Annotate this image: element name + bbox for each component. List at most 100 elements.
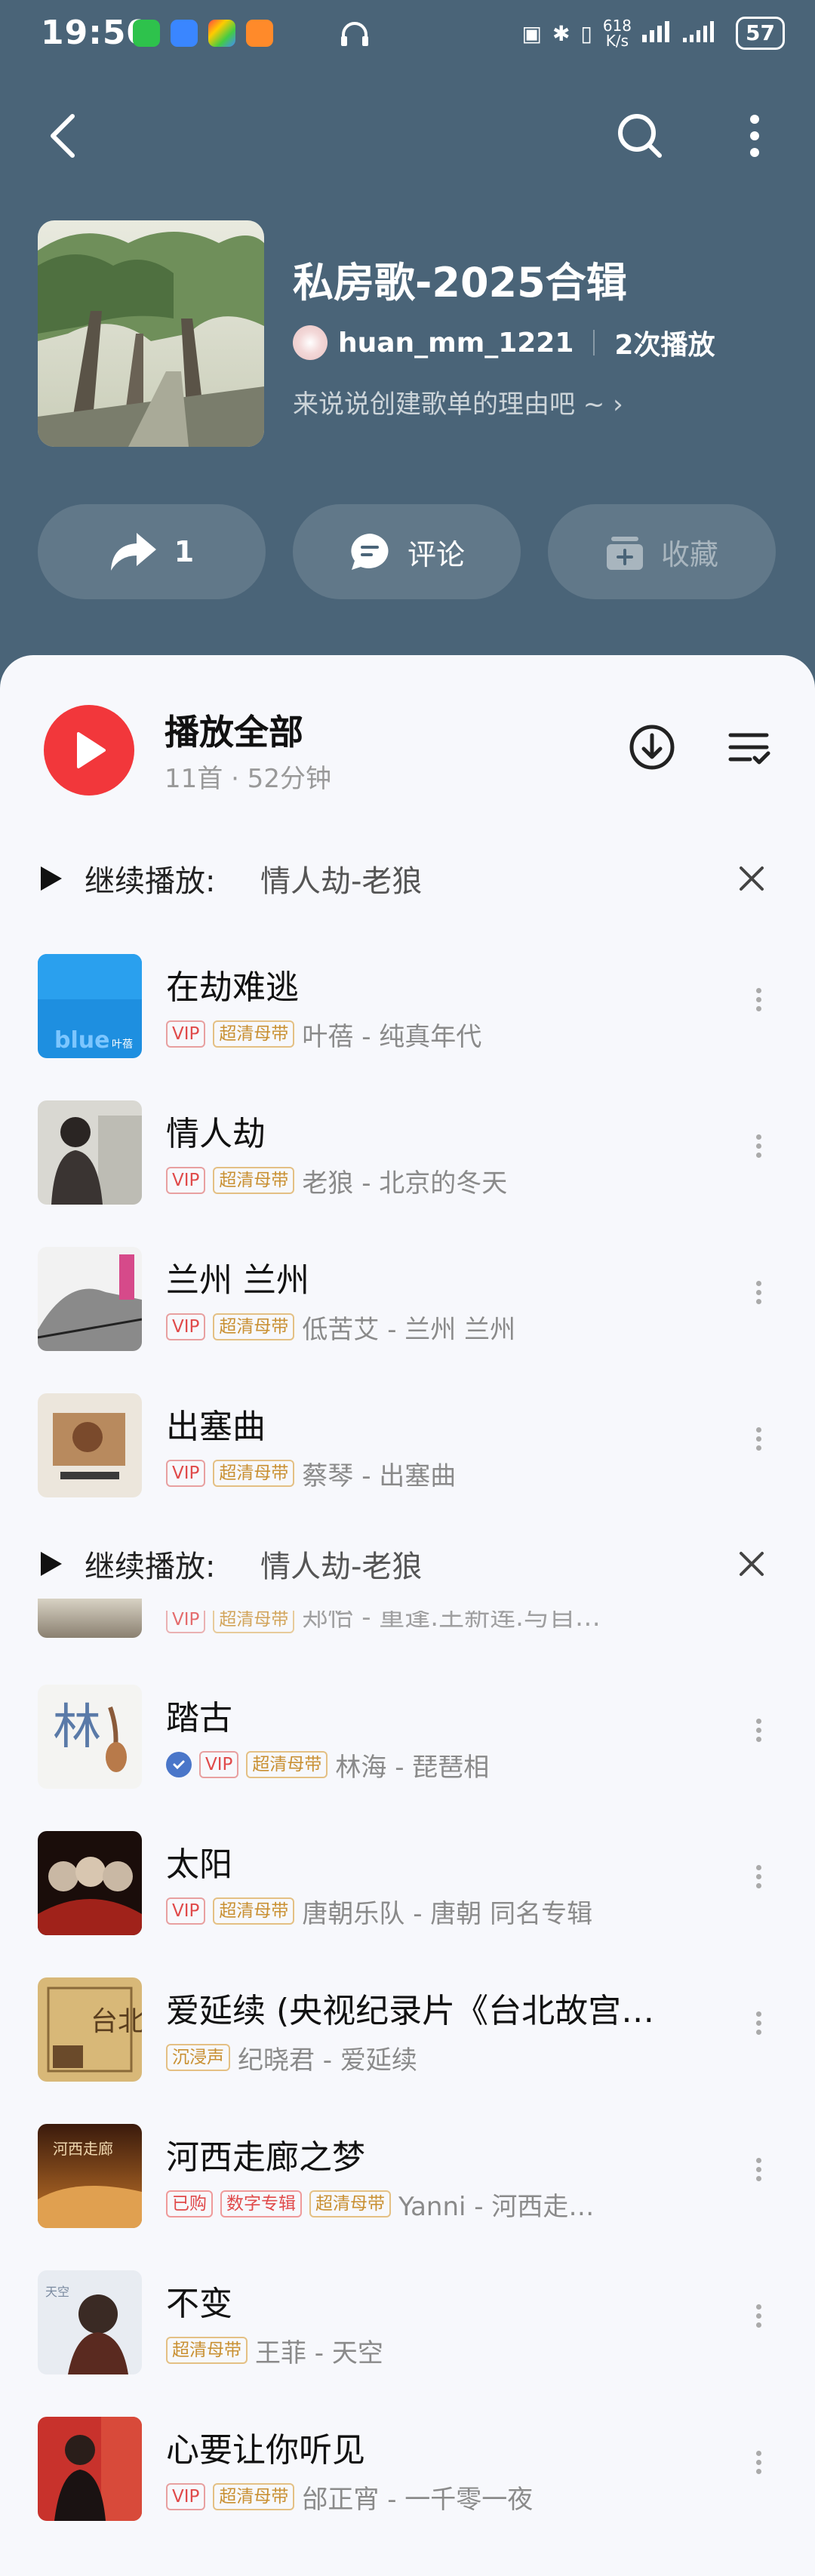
quality-badge: 超清母带 (213, 1167, 295, 1194)
play-all-button[interactable] (44, 705, 134, 796)
vip-badge: VIP (166, 1020, 206, 1048)
close-icon[interactable] (732, 1544, 771, 1583)
album-cover (38, 1100, 142, 1205)
song-row[interactable]: 台北 爱延续 (央视纪录片《台北故宫… 沉浸声 纪晓君 - 爱延续 (0, 1955, 815, 2101)
svg-text:天空: 天空 (45, 2285, 69, 2299)
song-row[interactable]: 情人劫 VIP 超清母带 老狼 - 北京的冬天 (0, 1078, 815, 1224)
more-options-icon[interactable] (747, 2154, 770, 2199)
song-title: 不变 (166, 2285, 232, 2323)
song-title: 心要让你听见 (166, 2431, 365, 2470)
album-cover: 河西走廊 (38, 2124, 142, 2228)
wechat-icon (133, 20, 160, 47)
bluetooth-icon: ✱ (552, 20, 570, 46)
manage-list-button[interactable] (720, 719, 777, 776)
song-title: 情人劫 (166, 1115, 266, 1153)
continue-label: 继续播放: (85, 1550, 216, 1584)
song-row[interactable]: 兰州 兰州 VIP 超清母带 低苦艾 - 兰州 兰州 (0, 1224, 815, 1371)
song-artist: 郑怡 - 重逢.王新莲.与自… (302, 1611, 601, 1633)
signal-icon (642, 20, 672, 48)
album-cover: 天空 (38, 2270, 142, 2374)
continue-label: 继续播放: (85, 864, 216, 899)
vip-badge: VIP (166, 1611, 206, 1633)
description-link[interactable]: 来说说创建歌单的理由吧 ~ › (293, 383, 623, 420)
album-cover: blue 叶蓓 (38, 954, 142, 1058)
song-title: 出塞曲 (166, 1408, 266, 1446)
song-row-partial[interactable]: VIP 超清母带 郑怡 - 重逢.王新莲.与自… (166, 1611, 601, 1633)
download-icon (629, 725, 675, 770)
chevron-right-icon: › (613, 389, 623, 420)
quality-badge: 超清母带 (246, 1751, 328, 1778)
net-speed: 618 K/s (602, 17, 632, 50)
song-row[interactable]: 天空 不变 超清母带 王菲 - 天空 (0, 2248, 815, 2394)
collect-button[interactable]: 收藏 (548, 504, 776, 599)
svg-text:叶蓓: 叶蓓 (112, 1039, 133, 1051)
song-row[interactable]: 心要让你听见 VIP 超清母带 邰正宵 - 一千零一夜 (0, 2394, 815, 2541)
album-cover (38, 2417, 142, 2521)
song-artist: 叶蓓 - 纯真年代 (302, 1021, 482, 1052)
album-cover (38, 1247, 142, 1351)
song-title: 在劫难逃 (166, 968, 299, 1007)
status-bar: 19:50 ▣ ✱ ▯ 618 K/s 57 (0, 0, 815, 69)
continue-play-bar-sticky[interactable]: 继续播放: 情人劫-老狼 (0, 1529, 815, 1599)
playlist-meta: 11首 · 52分钟 (165, 764, 331, 794)
song-title: 兰州 兰州 (166, 1261, 309, 1300)
more-vertical-icon (750, 115, 759, 157)
song-row[interactable]: 太阳 VIP 超清母带 唐朝乐队 - 唐朝 同名专辑 (0, 1808, 815, 1955)
more-options-icon[interactable] (747, 1715, 770, 1760)
continue-play-bar[interactable]: 继续播放: 情人劫-老狼 (0, 844, 815, 913)
continue-song: 情人劫-老狼 (260, 1550, 423, 1584)
play-all-label[interactable]: 播放全部 (165, 705, 303, 755)
continue-song: 情人劫-老狼 (260, 864, 423, 899)
play-icon (41, 866, 62, 891)
song-artist: 老狼 - 北京的冬天 (302, 1168, 508, 1199)
quality-badge: 超清母带 (213, 1611, 295, 1633)
vip-badge: VIP (166, 1897, 206, 1925)
app-icon (171, 20, 198, 47)
more-options-icon[interactable] (747, 1277, 770, 1322)
song-artist: 林海 - 琵琶相 (335, 1752, 490, 1783)
album-cover (38, 1393, 142, 1497)
vibrate-icon: ▯ (580, 20, 592, 46)
more-options-icon[interactable] (747, 984, 770, 1029)
download-button[interactable] (623, 719, 681, 776)
song-row[interactable]: 出塞曲 VIP 超清母带 蔡琴 - 出塞曲 (0, 1371, 815, 1517)
song-artist: 王菲 - 天空 (255, 2337, 383, 2368)
more-options-icon[interactable] (747, 1131, 770, 1176)
back-button[interactable] (33, 106, 94, 166)
comment-icon (351, 534, 389, 570)
chevron-left-icon (51, 114, 75, 158)
svg-text:河西走廊: 河西走廊 (53, 2140, 113, 2158)
quality-badge: 超清母带 (213, 1313, 295, 1340)
quality-badge: 超清母带 (213, 1020, 295, 1048)
headphone-icon (340, 20, 370, 51)
more-options-icon[interactable] (747, 1423, 770, 1469)
more-button[interactable] (724, 106, 785, 166)
song-artist: Yanni - 河西走… (398, 2191, 595, 2222)
close-icon[interactable] (732, 859, 771, 898)
creator-info[interactable]: huan_mm_1221 2次播放 (293, 323, 715, 362)
song-row[interactable]: 林 踏古 VIP 超清母带 林海 - 琵琶相 (0, 1662, 815, 1808)
song-row[interactable]: blue 叶蓓 在劫难逃 VIP 超清母带 叶蓓 - 纯真年代 (0, 931, 815, 1078)
digital-album-badge: 数字专辑 (220, 2190, 302, 2217)
song-artist: 低苦艾 - 兰州 兰州 (302, 1314, 516, 1345)
song-artist: 邰正宵 - 一千零一夜 (302, 2484, 534, 2515)
search-button[interactable] (610, 106, 670, 166)
song-row[interactable]: 河西走廊 河西走廊之梦 已购 数字专辑 超清母带 Yanni - 河西走… (0, 2101, 815, 2248)
purchased-badge: 已购 (166, 2190, 213, 2217)
creator-name[interactable]: huan_mm_1221 (338, 328, 574, 359)
avatar[interactable] (293, 325, 328, 360)
quality-badge: 超清母带 (309, 2190, 391, 2217)
album-cover (38, 1599, 142, 1638)
more-options-icon[interactable] (747, 2447, 770, 2492)
vip-badge: VIP (166, 1313, 206, 1340)
comment-label: 评论 (407, 537, 465, 571)
more-options-icon[interactable] (747, 2301, 770, 2346)
more-options-icon[interactable] (747, 2008, 770, 2053)
share-button[interactable]: 1 (38, 504, 266, 599)
vip-badge: VIP (166, 1460, 206, 1487)
song-title: 河西走廊之梦 (166, 2138, 365, 2177)
vip-badge: VIP (199, 1751, 239, 1778)
comment-button[interactable]: 评论 (293, 504, 521, 599)
more-options-icon[interactable] (747, 1861, 770, 1907)
playlist-cover[interactable] (38, 220, 264, 447)
